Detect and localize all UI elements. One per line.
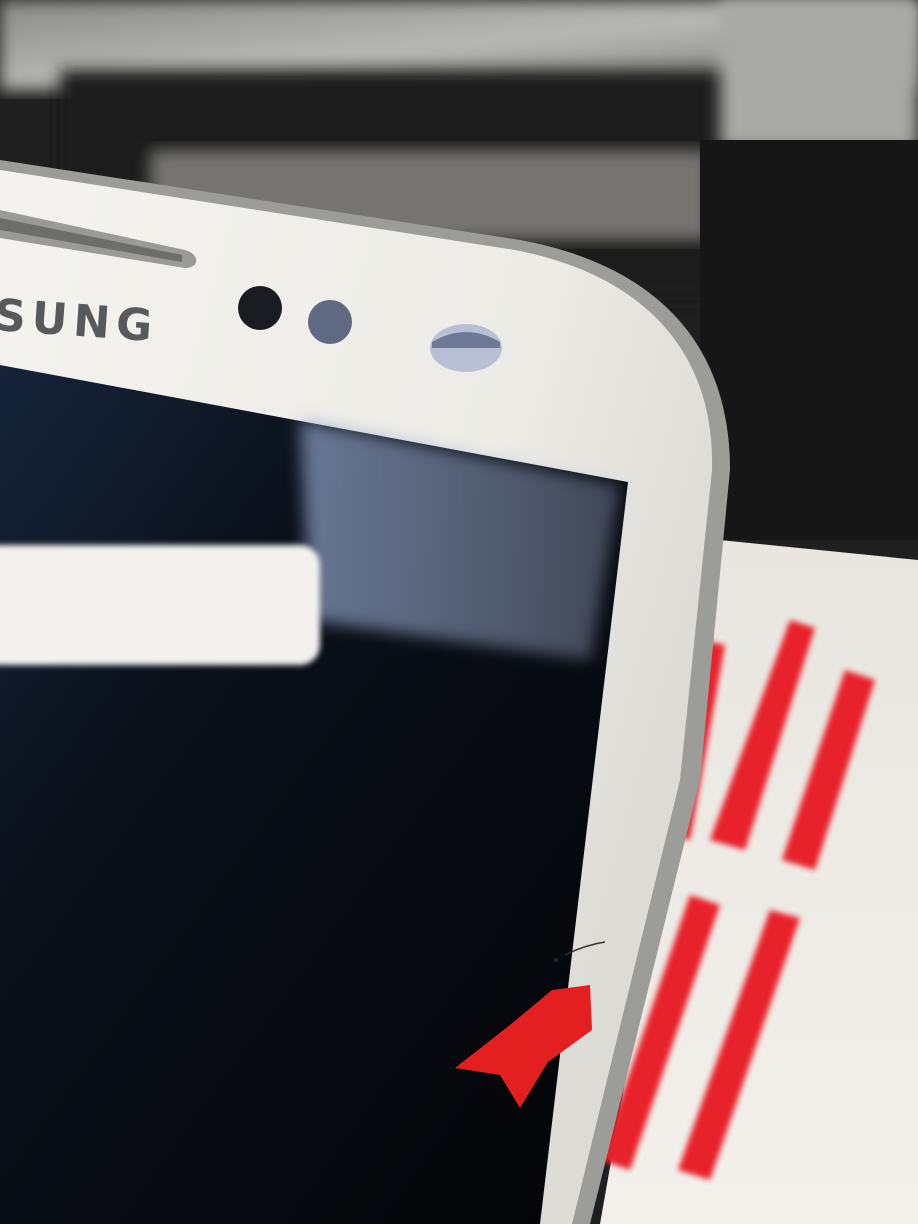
photo-illustration [0,0,918,1224]
light-sensor-icon [308,300,352,344]
brand-logo-text: SUNG [0,290,160,353]
photo-scene: SUNG [0,0,918,1224]
proximity-sensor-icon [238,286,282,330]
screen-light-bar [0,545,320,665]
